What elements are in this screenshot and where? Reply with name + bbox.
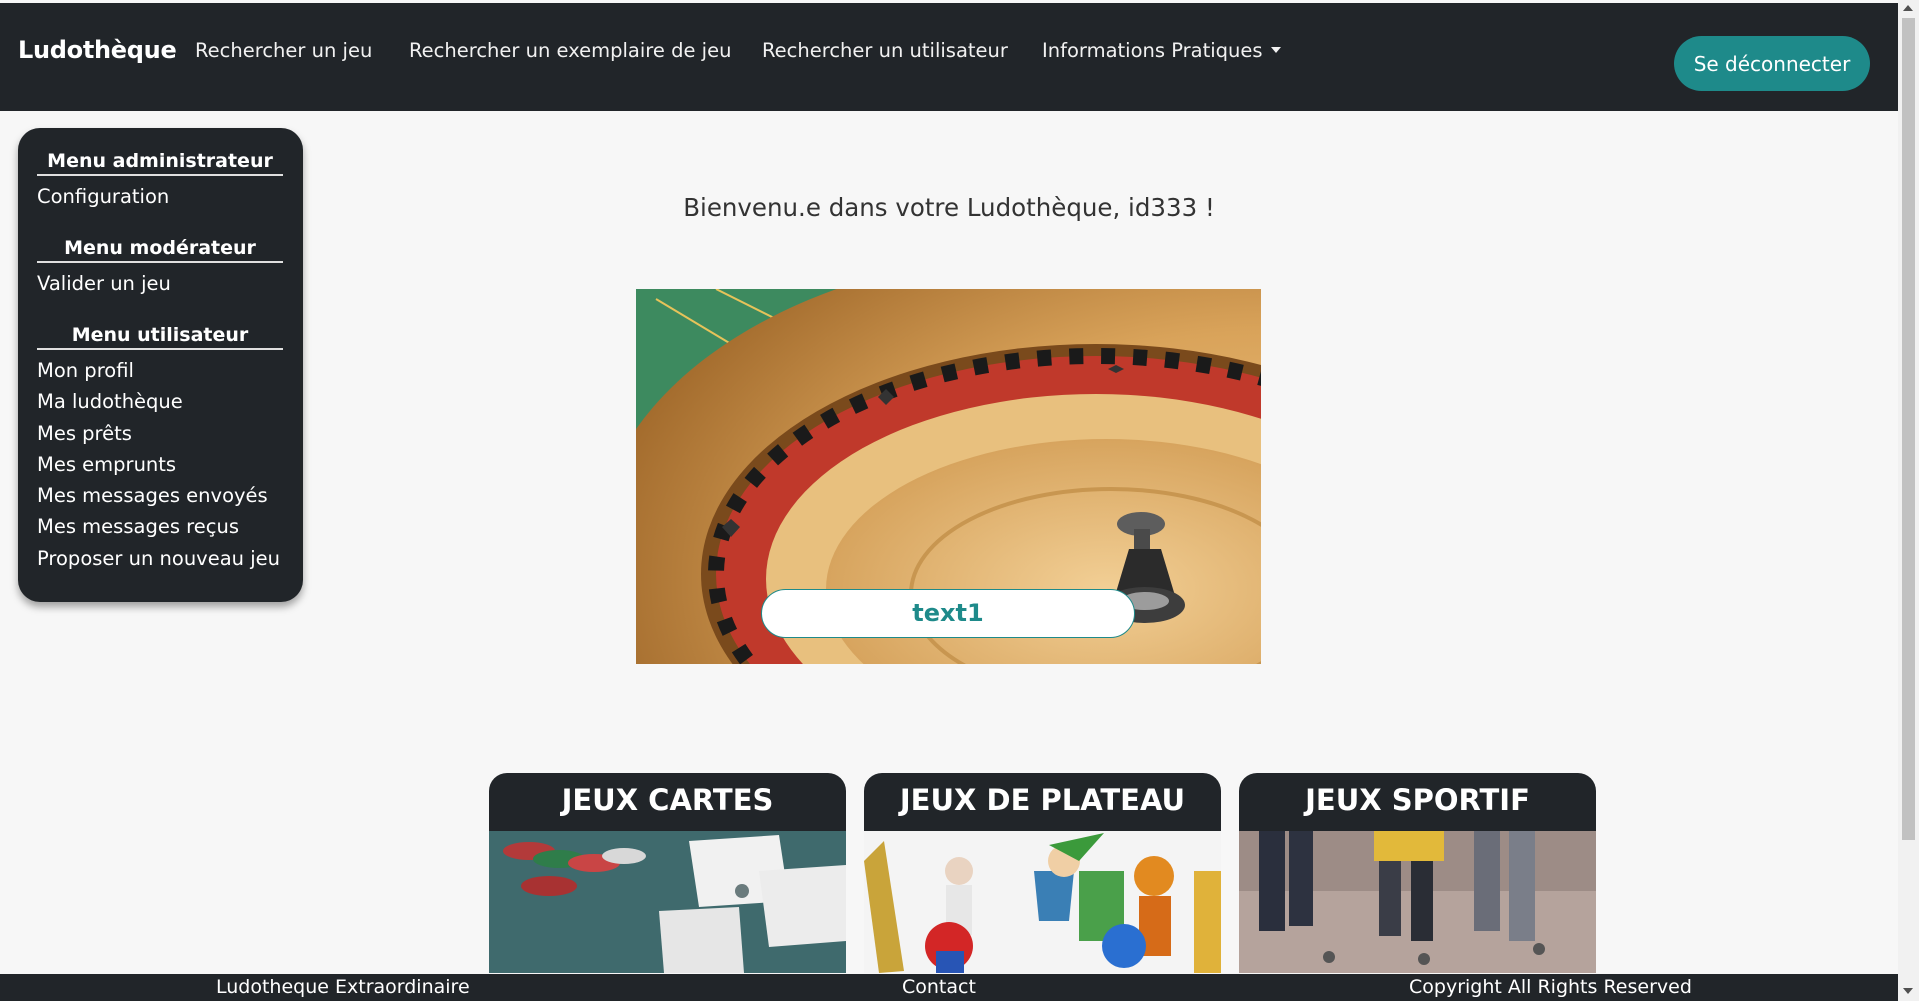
scrollbar-thumb[interactable] — [1902, 18, 1915, 840]
moderator-menu-title: Menu modérateur — [37, 237, 283, 263]
category-title-cards: JEUX CARTES — [561, 783, 774, 817]
logout-button[interactable]: Se déconnecter — [1674, 36, 1870, 91]
footer: Ludotheque Extraordinaire Contact Copyri… — [0, 974, 1898, 1001]
sidebar-item-profile[interactable]: Mon profil — [37, 359, 134, 382]
brand-logo[interactable]: Ludothèque — [18, 36, 177, 64]
page-scrollbar[interactable] — [1898, 0, 1919, 1001]
sidebar-item-sent-messages[interactable]: Mes messages envoyés — [37, 484, 268, 507]
sidebar-item-validate-game[interactable]: Valider un jeu — [37, 272, 171, 295]
user-menu-title: Menu utilisateur — [37, 324, 283, 350]
sidebar-item-borrowings[interactable]: Mes emprunts — [37, 453, 176, 476]
admin-menu-title: Menu administrateur — [37, 150, 283, 176]
scroll-down-arrow-icon[interactable] — [1903, 988, 1913, 994]
scroll-up-arrow-icon[interactable] — [1903, 5, 1913, 11]
hero-text-button[interactable]: text1 — [761, 589, 1135, 638]
top-navbar: Ludothèque Rechercher un jeu Rechercher … — [0, 3, 1898, 111]
sidebar-item-propose-game[interactable]: Proposer un nouveau jeu — [37, 547, 280, 570]
category-title-board-games: JEUX DE PLATEAU — [899, 783, 1186, 817]
category-title-sports-games: JEUX SPORTIF — [1305, 783, 1530, 817]
caret-down-icon — [1270, 46, 1281, 53]
nav-search-game[interactable]: Rechercher un jeu — [195, 39, 372, 62]
nav-practical-info-dropdown[interactable]: Informations Pratiques — [1042, 39, 1281, 62]
hero-roulette-image: text1 — [636, 289, 1261, 664]
sidebar-item-loans[interactable]: Mes prêts — [37, 422, 132, 445]
footer-contact-link[interactable]: Contact — [902, 976, 976, 998]
nav-practical-info-label: Informations Pratiques — [1042, 39, 1263, 62]
sidebar-item-received-messages[interactable]: Mes messages reçus — [37, 515, 239, 538]
welcome-message: Bienvenu.e dans votre Ludothèque, id333 … — [683, 193, 1215, 222]
nav-search-user[interactable]: Rechercher un utilisateur — [762, 39, 1008, 62]
nav-search-game-copy[interactable]: Rechercher un exemplaire de jeu — [409, 39, 731, 62]
sidebar-item-my-ludotheque[interactable]: Ma ludothèque — [37, 390, 183, 413]
sports-games-image — [1239, 831, 1596, 973]
category-card-sports-games[interactable]: JEUX SPORTIF — [1239, 773, 1596, 973]
category-card-cards[interactable]: JEUX CARTES — [489, 773, 846, 973]
board-games-image — [864, 831, 1221, 973]
footer-copyright: Copyright All Rights Reserved — [1409, 976, 1692, 998]
category-card-board-games[interactable]: JEUX DE PLATEAU — [864, 773, 1221, 973]
cards-image — [489, 831, 846, 973]
footer-site-name: Ludotheque Extraordinaire — [216, 976, 470, 998]
